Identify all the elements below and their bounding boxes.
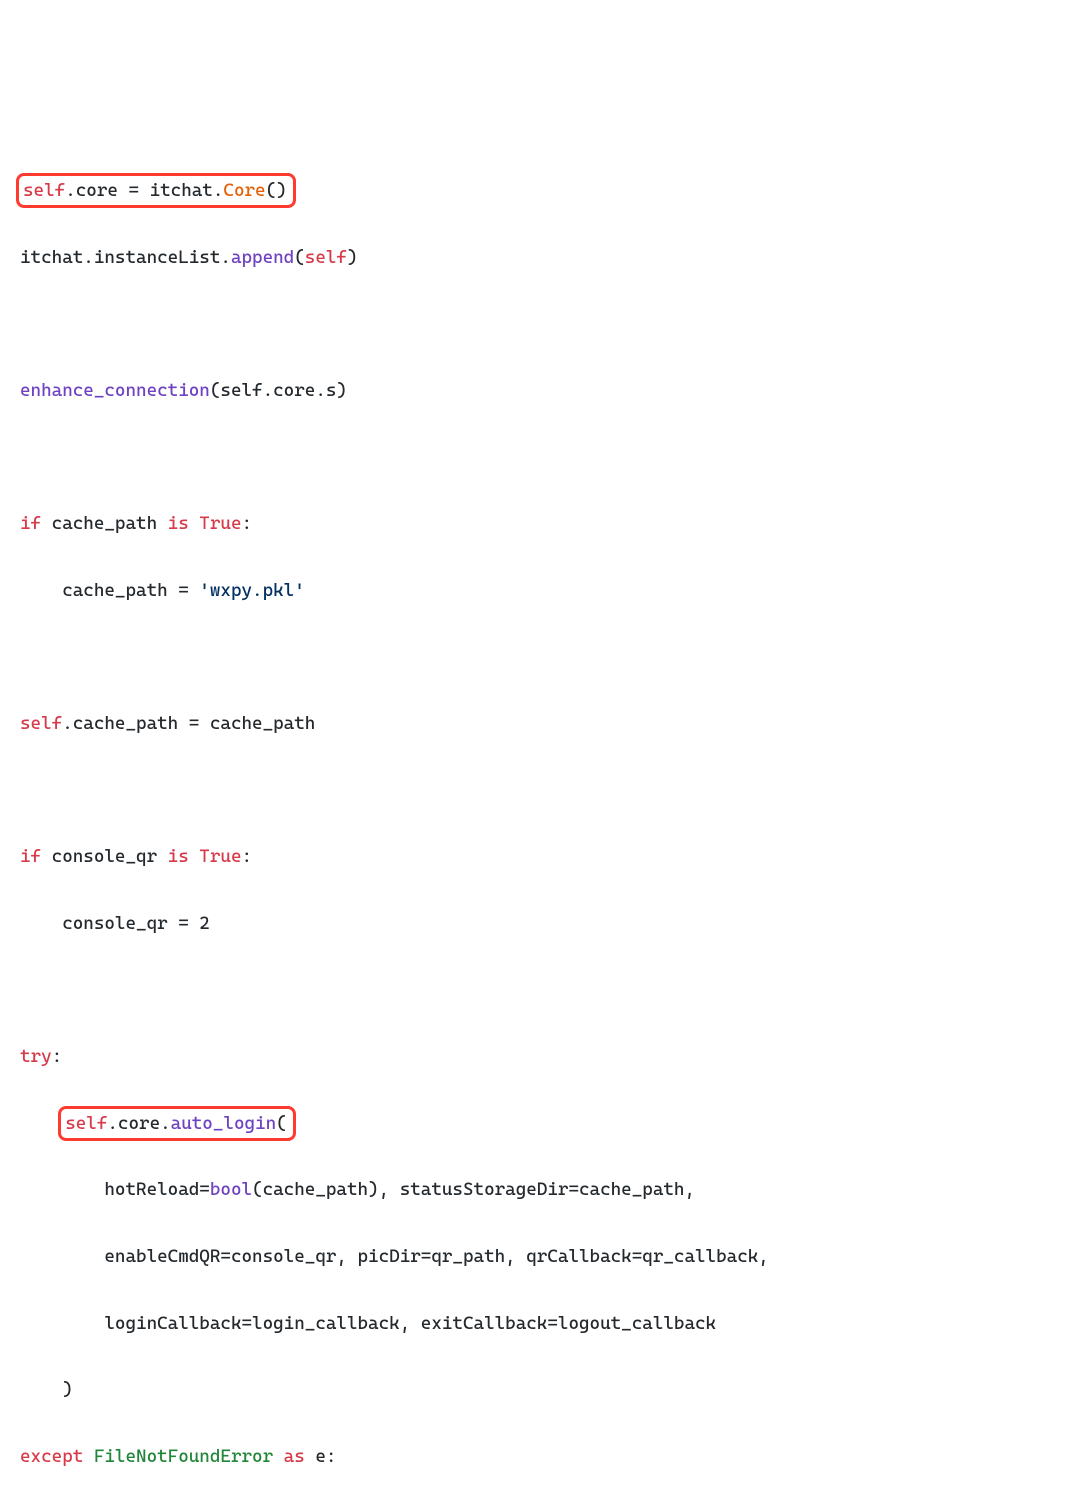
code-line-7: cache_path = 'wxpy.pkl' [20, 574, 1060, 607]
code-line-10 [20, 774, 1060, 807]
code-line-5 [20, 441, 1060, 474]
code-line-11: if console_qr is True: [20, 840, 1060, 873]
code-line-6: if cache_path is True: [20, 507, 1060, 540]
code-line-18: loginCallback=login_callback, exitCallba… [20, 1307, 1060, 1340]
code-line-3 [20, 308, 1060, 341]
code-line-20: except FileNotFoundError as e: [20, 1440, 1060, 1473]
code-line-14: try: [20, 1040, 1060, 1073]
fn-append: append [231, 247, 294, 268]
code-line-2: itchat.instanceList.append(self) [20, 241, 1060, 274]
code-line-19: ) [20, 1373, 1060, 1406]
code-line-9: self.cache_path = cache_path [20, 707, 1060, 740]
code-line-17: enableCmdQR=console_qr, picDir=qr_path, … [20, 1240, 1060, 1273]
code-line-12: console_qr = 2 [20, 907, 1060, 940]
highlight-1: self.core = itchat.Core() [16, 173, 296, 208]
code-block: self.core = itchat.Core() itchat.instanc… [20, 141, 1060, 1488]
highlight-2: self.core.auto_login( [58, 1106, 295, 1141]
code-line-4: enhance_connection(self.core.s) [20, 374, 1060, 407]
fn-enhance: enhance_connection [20, 380, 210, 401]
code-line-15: self.core.auto_login( [20, 1107, 1060, 1140]
class-core: Core [223, 180, 265, 201]
keyword-self: self [23, 180, 65, 201]
fn-autologin: auto_login [171, 1113, 276, 1134]
code-line-8 [20, 641, 1060, 674]
code-line-1: self.core = itchat.Core() [20, 174, 1060, 207]
code-line-13 [20, 974, 1060, 1007]
err-filenotfound: FileNotFoundError [94, 1446, 273, 1467]
code-line-16: hotReload=bool(cache_path), statusStorag… [20, 1173, 1060, 1206]
